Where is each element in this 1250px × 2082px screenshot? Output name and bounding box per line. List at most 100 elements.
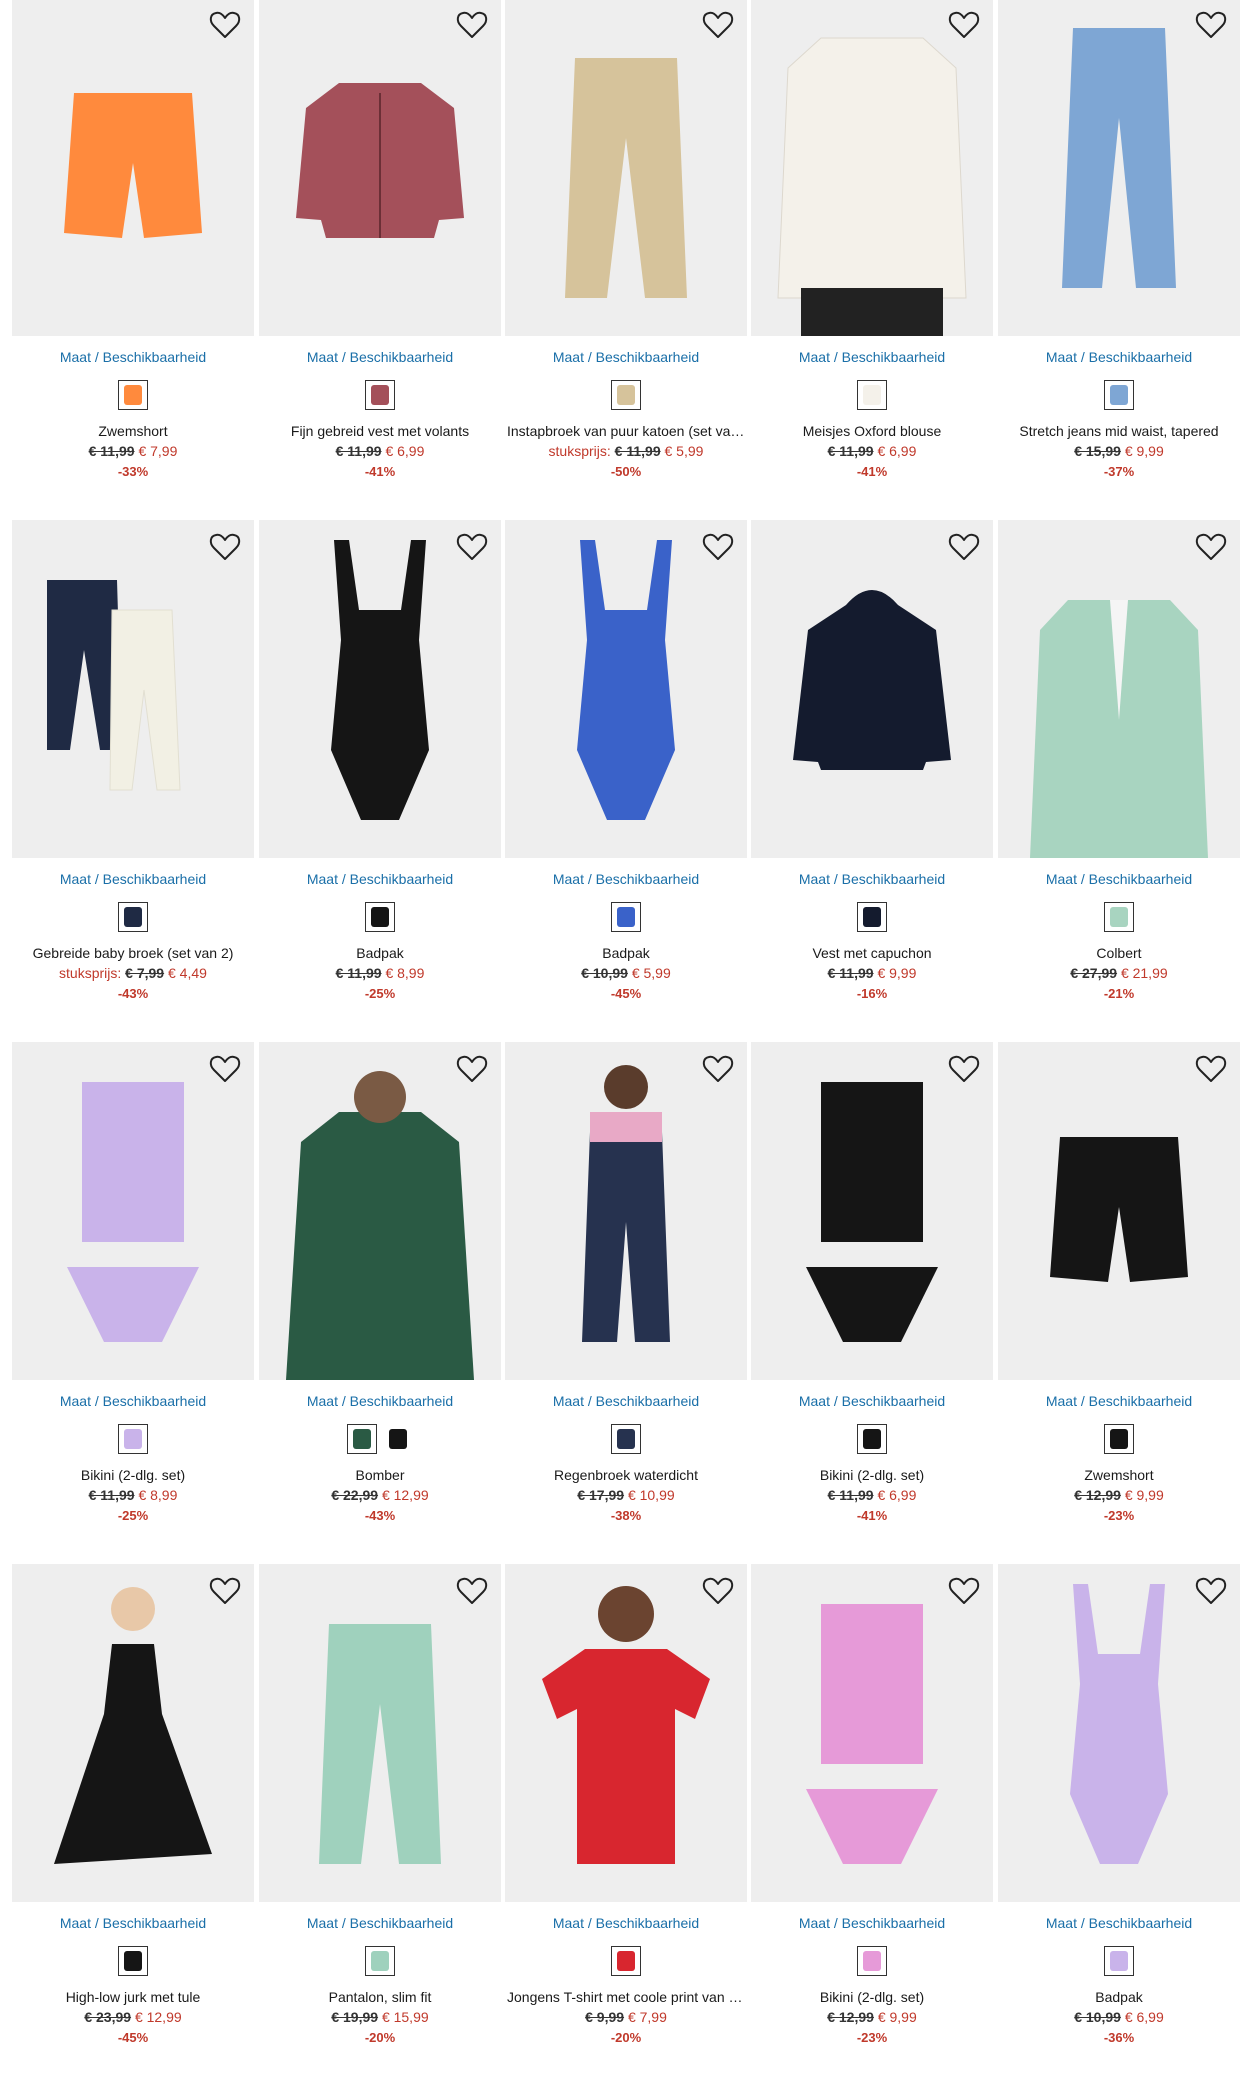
heart-outline-icon[interactable] [701, 530, 735, 564]
color-swatch[interactable] [118, 1946, 148, 1976]
size-availability-link[interactable]: Maat / Beschikbaarheid [751, 1393, 993, 1409]
size-availability-link[interactable]: Maat / Beschikbaarheid [12, 1393, 254, 1409]
product-card[interactable]: Maat / Beschikbaarheid Badpak € 10,99 € 6,… [998, 1564, 1240, 2064]
product-image[interactable] [12, 520, 254, 858]
color-swatch[interactable] [118, 902, 148, 932]
product-image[interactable] [12, 1564, 254, 1902]
product-name[interactable]: Jongens T-shirt met coole print van biol… [505, 1989, 747, 2005]
product-image[interactable] [259, 1042, 501, 1380]
size-availability-link[interactable]: Maat / Beschikbaarheid [505, 871, 747, 887]
color-swatch[interactable] [857, 1946, 887, 1976]
product-card[interactable]: Maat / Beschikbaarheid Regenbroek waterdi… [505, 1042, 747, 1542]
color-swatch[interactable] [611, 380, 641, 410]
product-image[interactable] [259, 0, 501, 336]
product-name[interactable]: Fijn gebreid vest met volants [259, 423, 501, 439]
color-swatch[interactable] [1104, 1946, 1134, 1976]
size-availability-link[interactable]: Maat / Beschikbaarheid [505, 1393, 747, 1409]
heart-outline-icon[interactable] [455, 1052, 489, 1086]
product-card[interactable]: Maat / Beschikbaarheid Bomber € 22,99 € 12… [259, 1042, 501, 1542]
heart-outline-icon[interactable] [208, 1574, 242, 1608]
size-availability-link[interactable]: Maat / Beschikbaarheid [259, 871, 501, 887]
product-name[interactable]: Badpak [259, 945, 501, 961]
color-swatch[interactable] [365, 1946, 395, 1976]
size-availability-link[interactable]: Maat / Beschikbaarheid [505, 349, 747, 365]
product-name[interactable]: Vest met capuchon [751, 945, 993, 961]
color-swatch[interactable] [1104, 1424, 1134, 1454]
heart-outline-icon[interactable] [701, 1574, 735, 1608]
color-swatch[interactable] [857, 1424, 887, 1454]
product-card[interactable]: Maat / Beschikbaarheid Badpak € 11,99 € 8,… [259, 520, 501, 1020]
product-card[interactable]: Maat / Beschikbaarheid Jongens T-shirt me… [505, 1564, 747, 2064]
product-image[interactable] [505, 1564, 747, 1902]
product-card[interactable]: Maat / Beschikbaarheid Vest met capuchon €… [751, 520, 993, 1020]
size-availability-link[interactable]: Maat / Beschikbaarheid [12, 871, 254, 887]
size-availability-link[interactable]: Maat / Beschikbaarheid [998, 1915, 1240, 1931]
heart-outline-icon[interactable] [701, 8, 735, 42]
color-swatch[interactable] [347, 1424, 377, 1454]
size-availability-link[interactable]: Maat / Beschikbaarheid [998, 1393, 1240, 1409]
product-name[interactable]: Gebreide baby broek (set van 2) [12, 945, 254, 961]
product-name[interactable]: Bikini (2-dlg. set) [751, 1467, 993, 1483]
color-swatch[interactable] [383, 1424, 413, 1454]
color-swatch[interactable] [1104, 902, 1134, 932]
heart-outline-icon[interactable] [208, 8, 242, 42]
heart-outline-icon[interactable] [947, 530, 981, 564]
product-card[interactable]: Maat / Beschikbaarheid Instapbroek van pu… [505, 0, 747, 498]
product-image[interactable] [505, 520, 747, 858]
color-swatch[interactable] [857, 380, 887, 410]
product-image[interactable] [998, 1042, 1240, 1380]
size-availability-link[interactable]: Maat / Beschikbaarheid [751, 1915, 993, 1931]
product-image[interactable] [751, 0, 993, 336]
size-availability-link[interactable]: Maat / Beschikbaarheid [12, 349, 254, 365]
product-image[interactable] [259, 1564, 501, 1902]
product-card[interactable]: Maat / Beschikbaarheid Bikini (2-dlg. set… [12, 1042, 254, 1542]
product-image[interactable] [998, 0, 1240, 336]
product-card[interactable]: Maat / Beschikbaarheid Zwemshort € 12,99 €… [998, 1042, 1240, 1542]
product-name[interactable]: Zwemshort [12, 423, 254, 439]
product-card[interactable]: Maat / Beschikbaarheid High-low jurk met … [12, 1564, 254, 2064]
product-name[interactable]: High-low jurk met tule [12, 1989, 254, 2005]
product-name[interactable]: Badpak [505, 945, 747, 961]
heart-outline-icon[interactable] [947, 8, 981, 42]
product-card[interactable]: Maat / Beschikbaarheid Bikini (2-dlg. set… [751, 1042, 993, 1542]
heart-outline-icon[interactable] [208, 530, 242, 564]
product-name[interactable]: Stretch jeans mid waist, tapered [998, 423, 1240, 439]
color-swatch[interactable] [118, 380, 148, 410]
product-card[interactable]: Maat / Beschikbaarheid Zwemshort € 11,99 €… [12, 0, 254, 498]
size-availability-link[interactable]: Maat / Beschikbaarheid [259, 1393, 501, 1409]
color-swatch[interactable] [857, 902, 887, 932]
product-name[interactable]: Badpak [998, 1989, 1240, 2005]
product-name[interactable]: Bikini (2-dlg. set) [751, 1989, 993, 2005]
product-image[interactable] [751, 1564, 993, 1902]
size-availability-link[interactable]: Maat / Beschikbaarheid [259, 349, 501, 365]
heart-outline-icon[interactable] [455, 1574, 489, 1608]
product-card[interactable]: Maat / Beschikbaarheid Fijn gebreid vest … [259, 0, 501, 498]
size-availability-link[interactable]: Maat / Beschikbaarheid [998, 871, 1240, 887]
color-swatch[interactable] [611, 1424, 641, 1454]
color-swatch[interactable] [1104, 380, 1134, 410]
product-card[interactable]: Maat / Beschikbaarheid Meisjes Oxford blo… [751, 0, 993, 498]
product-image[interactable] [998, 1564, 1240, 1902]
product-card[interactable]: Maat / Beschikbaarheid Gebreide baby broe… [12, 520, 254, 1020]
product-name[interactable]: Regenbroek waterdicht [505, 1467, 747, 1483]
product-name[interactable]: Bikini (2-dlg. set) [12, 1467, 254, 1483]
heart-outline-icon[interactable] [947, 1052, 981, 1086]
heart-outline-icon[interactable] [455, 530, 489, 564]
product-name[interactable]: Pantalon, slim fit [259, 1989, 501, 2005]
size-availability-link[interactable]: Maat / Beschikbaarheid [751, 871, 993, 887]
product-image[interactable] [998, 520, 1240, 858]
product-name[interactable]: Instapbroek van puur katoen (set van 2) [505, 423, 747, 439]
size-availability-link[interactable]: Maat / Beschikbaarheid [998, 349, 1240, 365]
product-name[interactable]: Bomber [259, 1467, 501, 1483]
product-image[interactable] [12, 0, 254, 336]
color-swatch[interactable] [365, 902, 395, 932]
product-image[interactable] [12, 1042, 254, 1380]
size-availability-link[interactable]: Maat / Beschikbaarheid [12, 1915, 254, 1931]
heart-outline-icon[interactable] [1194, 1574, 1228, 1608]
color-swatch[interactable] [611, 902, 641, 932]
product-card[interactable]: Maat / Beschikbaarheid Colbert € 27,99 € 2… [998, 520, 1240, 1020]
product-name[interactable]: Colbert [998, 945, 1240, 961]
product-image[interactable] [505, 1042, 747, 1380]
heart-outline-icon[interactable] [947, 1574, 981, 1608]
heart-outline-icon[interactable] [1194, 1052, 1228, 1086]
